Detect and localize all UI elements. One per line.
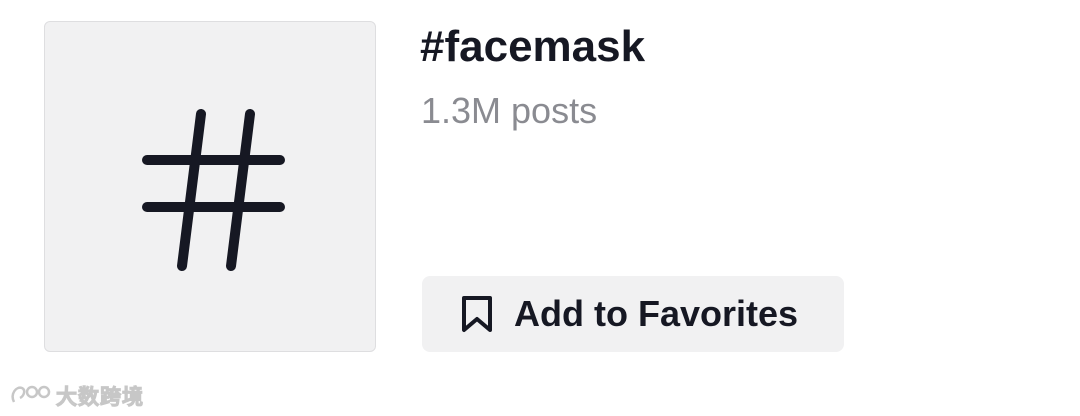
add-to-favorites-button[interactable]: Add to Favorites <box>422 276 844 352</box>
hash-icon <box>142 109 285 271</box>
bookmark-icon <box>462 296 492 332</box>
watermark: 大数跨境 <box>8 380 144 412</box>
post-count: 1.3M posts <box>421 90 598 131</box>
watermark-text: 大数跨境 <box>56 386 144 410</box>
hashtag-header: #facemask 1.3M posts Add to Favorites 大数… <box>0 0 1080 416</box>
add-to-favorites-label: Add to Favorites <box>514 293 799 334</box>
hashtag-title: #facemask <box>420 22 646 71</box>
hashtag-thumbnail <box>44 21 376 352</box>
watermark-logo-icon <box>11 385 51 403</box>
